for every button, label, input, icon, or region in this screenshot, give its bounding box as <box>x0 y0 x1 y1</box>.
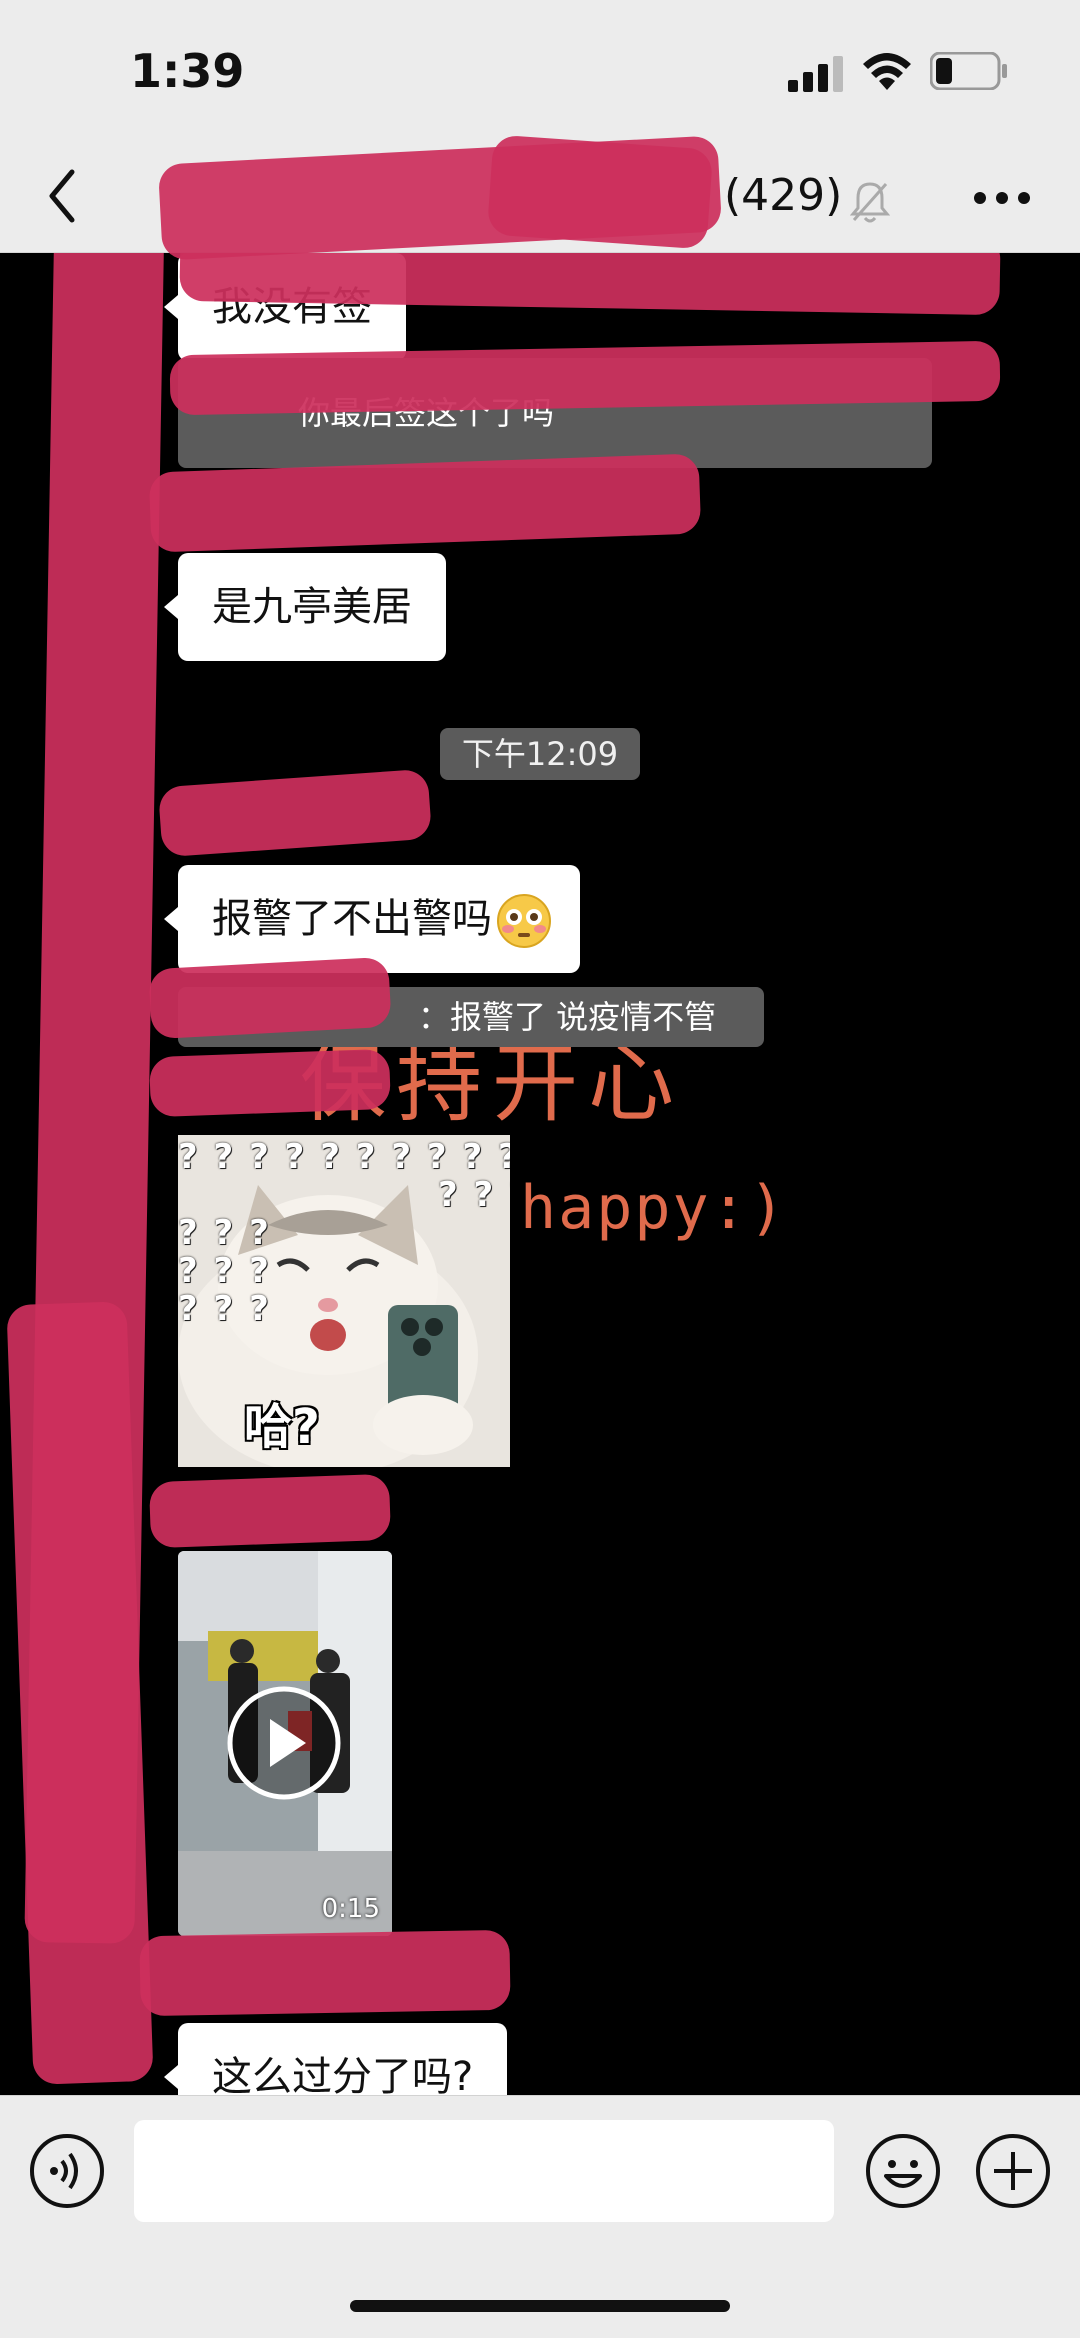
message-text-3: 报警了不出警吗 <box>212 896 492 942</box>
flushed-emoji-icon <box>497 894 551 948</box>
home-indicator <box>350 2300 730 2312</box>
sticker-question-row-1: ? ? ? ? ? ? ? ? ? ? ? <box>178 1137 510 1177</box>
sticker-caption: 哈? <box>244 1399 320 1455</box>
video-thumbnail <box>178 1551 392 1936</box>
message-text-input[interactable] <box>134 2120 834 2222</box>
redaction-mark-name-4 <box>149 1048 391 1118</box>
message-input-bar <box>0 2095 1080 2338</box>
cat-sticker-image[interactable]: ? ? ? ? ? ? ? ? ? ? ? ? ? ? ? ? ? ? ? ? … <box>178 1135 510 1467</box>
wifi-icon <box>863 53 911 90</box>
redaction-mark-name-2 <box>157 768 433 858</box>
back-chevron-icon[interactable] <box>40 164 84 228</box>
redaction-mark-name-5 <box>148 1473 392 1549</box>
status-time: 1:39 <box>130 44 245 98</box>
message-bubble-2[interactable]: 是九亭美居 <box>164 553 446 661</box>
message-bubble-4[interactable]: 这么过分了吗? <box>163 2023 508 2095</box>
emoji-picker-icon[interactable] <box>864 2132 942 2210</box>
video-message[interactable]: 0:15 <box>178 1551 392 1936</box>
status-bar: 1:39 <box>0 0 1080 140</box>
sticker-question-row-4: ? ? ? <box>178 1251 271 1291</box>
more-options-icon[interactable] <box>972 190 1032 206</box>
cellular-signal-icon <box>788 56 843 92</box>
timestamp-divider: 下午12:09 <box>440 728 640 780</box>
redaction-mark-name-3 <box>148 956 392 1040</box>
video-duration: 0:15 <box>321 1894 380 1924</box>
mute-bell-icon <box>850 182 890 223</box>
member-count: (429) <box>724 170 843 221</box>
wallpaper-text-2: happy:) <box>520 1173 787 1243</box>
chat-messages[interactable]: 保持开心 happy:) 我没有签 你最后签这个了吗 是九亭美居 下午12:09… <box>0 253 1080 2095</box>
redaction-mark-name-1 <box>148 453 702 553</box>
quoted-text-2: ：报警了 说疫情不管 <box>418 998 717 1036</box>
sticker-question-row-2: ? ? ? <box>438 1175 510 1215</box>
message-bubble-3[interactable]: 报警了不出警吗 <box>164 865 580 973</box>
sticker-question-row-5: ? ? ? <box>178 1289 271 1329</box>
redaction-mark-title-2 <box>486 134 714 250</box>
add-attachment-icon[interactable] <box>974 2132 1052 2210</box>
voice-input-icon[interactable] <box>28 2132 106 2210</box>
redaction-mark-name-6 <box>139 1929 511 2017</box>
sticker-question-row-3: ? ? ? <box>178 1213 271 1253</box>
battery-icon <box>930 52 1007 90</box>
